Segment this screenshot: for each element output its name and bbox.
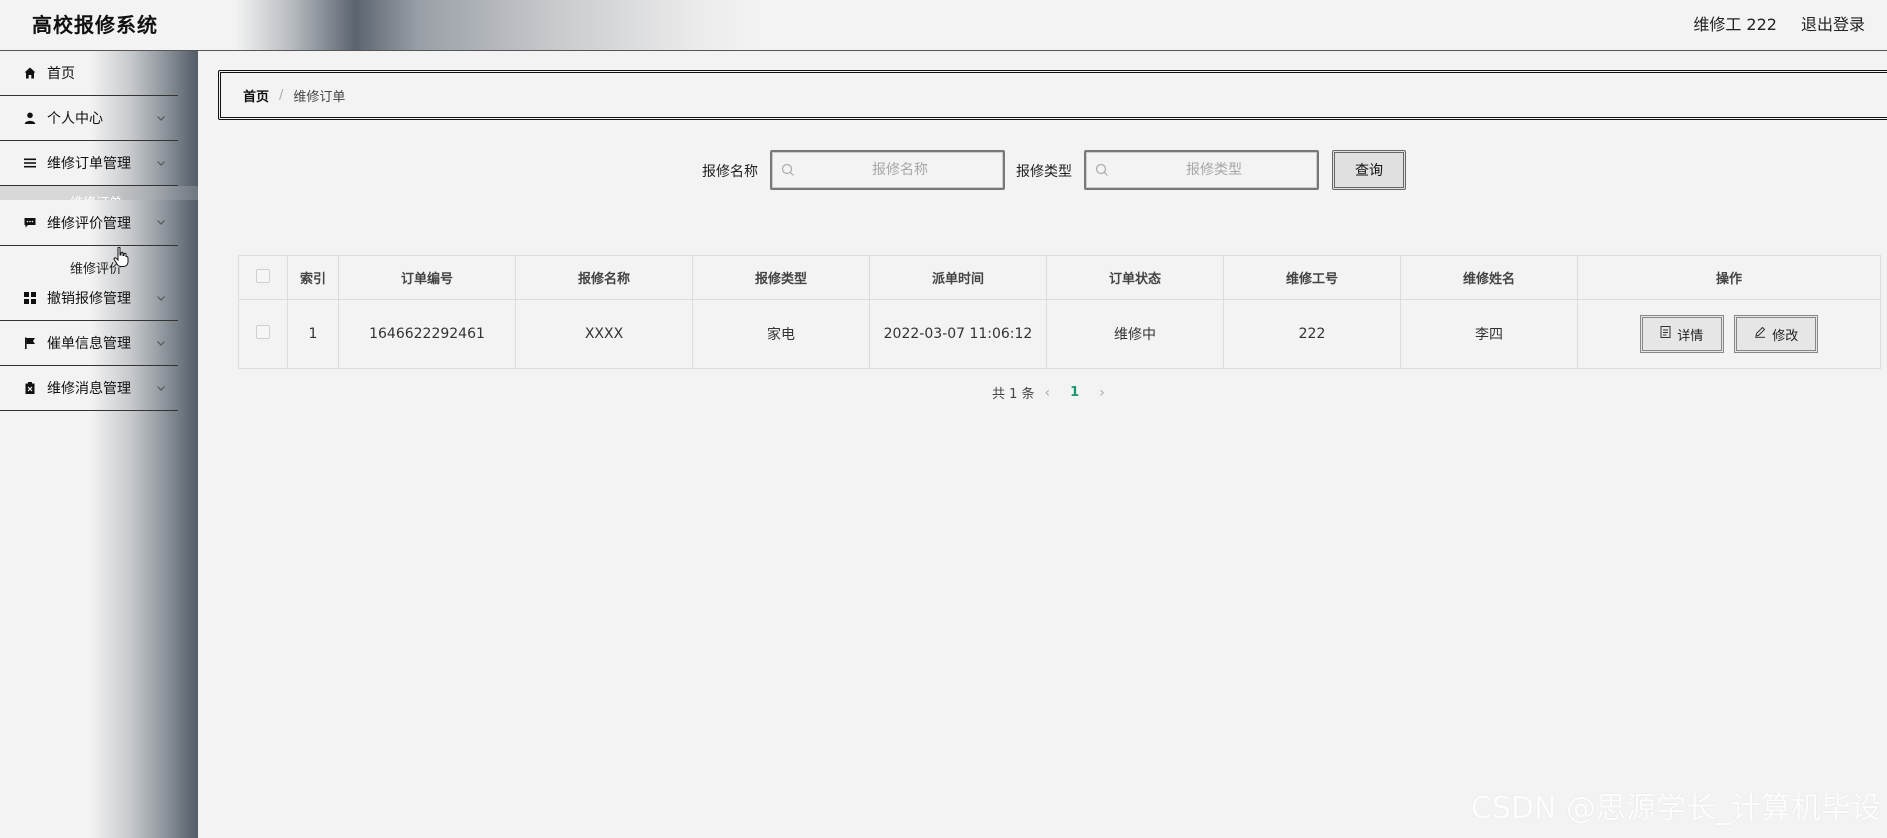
column-header: 维修姓名 — [1400, 255, 1578, 300]
pagination: 共 1 条 ‹ 1 › — [992, 383, 1115, 403]
watermark: CSDN @思源学长_计算机毕设 — [1470, 791, 1881, 826]
column-header: 订单编号 — [338, 255, 516, 300]
sidebar-item-cancel-repair[interactable]: 撤销报修管理 — [0, 276, 178, 321]
search-icon — [781, 163, 795, 181]
breadcrumb: 首页 / 维修订单 — [218, 70, 1887, 120]
repair-type-field[interactable] — [1084, 150, 1319, 190]
row-select-cell — [238, 299, 288, 369]
cell-repair-name: XXXX — [515, 299, 693, 369]
submenu-strip-label: 维修订单 — [70, 192, 122, 200]
cell-worker-no: 222 — [1223, 299, 1401, 369]
cell-dispatch-time: 2022-03-07 11:06:12 — [869, 299, 1047, 369]
pagination-page-current[interactable]: 1 — [1070, 385, 1079, 400]
breadcrumb-current: 维修订单 — [293, 89, 346, 105]
column-header: 报修名称 — [515, 255, 693, 300]
flag-icon — [23, 336, 37, 350]
table-row: 1 1646622292461 XXXX 家电 2022-03-07 11:06… — [238, 299, 1881, 369]
pagination-total: 共 1 条 — [992, 387, 1035, 402]
sidebar-item-label: 维修消息管理 — [47, 381, 131, 397]
chevron-down-icon — [156, 291, 166, 307]
top-header: 高校报修系统 维修工 222 退出登录 — [0, 0, 1887, 51]
current-user-label[interactable]: 维修工 222 — [1693, 11, 1777, 35]
chevron-down-icon — [156, 111, 166, 127]
query-button[interactable]: 查询 — [1332, 150, 1406, 190]
column-header: 操作 — [1577, 255, 1881, 300]
chevron-down-icon — [156, 215, 166, 231]
chevron-right-icon[interactable]: › — [1099, 385, 1105, 401]
sidebar-item-urge-info[interactable]: 催单信息管理 — [0, 321, 178, 366]
repair-name-label: 报修名称 — [702, 164, 758, 180]
repair-type-input[interactable] — [1114, 152, 1314, 188]
cell-repair-type: 家电 — [692, 299, 870, 369]
column-header: 订单状态 — [1046, 255, 1224, 300]
search-icon — [1095, 163, 1109, 181]
sidebar-item-profile[interactable]: 个人中心 — [0, 96, 178, 141]
repair-orders-table: 索引 订单编号 报修名称 报修类型 派单时间 订单状态 维修工号 维修姓名 操作… — [238, 255, 1881, 369]
cell-order-no: 1646622292461 — [338, 299, 516, 369]
breadcrumb-separator: / — [279, 87, 284, 103]
user-icon — [23, 111, 37, 125]
repair-type-label: 报修类型 — [1016, 164, 1072, 180]
cell-index: 1 — [287, 299, 339, 369]
sidebar-item-label: 维修订单管理 — [47, 156, 131, 172]
sidebar-item-repair-messages[interactable]: 维修消息管理 — [0, 366, 178, 411]
column-header: 索引 — [287, 255, 339, 300]
sidebar-item-label: 催单信息管理 — [47, 336, 131, 352]
chevron-down-icon — [156, 336, 166, 352]
sidebar-item-label: 个人中心 — [47, 111, 103, 127]
sidebar-item-home[interactable]: 首页 — [0, 51, 178, 96]
cell-actions: 详情 修改 — [1577, 299, 1881, 369]
sidebar-item-repair-reviews[interactable]: 维修评价管理 — [0, 200, 178, 246]
repair-name-field[interactable] — [770, 150, 1005, 190]
comment-icon — [23, 216, 37, 230]
repair-name-input[interactable] — [800, 152, 1000, 188]
submenu-strip-repair-orders[interactable]: 维修订单 — [0, 186, 198, 200]
edit-button[interactable]: 修改 — [1734, 315, 1819, 353]
clipboard-icon — [23, 381, 37, 395]
header-actions: 维修工 222 退出登录 — [1693, 11, 1865, 35]
grid-icon — [23, 291, 37, 305]
mouse-pointer-icon — [113, 246, 129, 271]
sidebar-item-label: 撤销报修管理 — [47, 291, 131, 307]
select-all-checkbox[interactable] — [256, 268, 270, 283]
row-checkbox[interactable] — [256, 325, 270, 339]
chevron-left-icon[interactable]: ‹ — [1045, 385, 1051, 401]
logout-link[interactable]: 退出登录 — [1801, 11, 1865, 35]
sidebar-item-label: 首页 — [47, 66, 75, 82]
sidebar: 首页 个人中心 维修订单管理 维修订单 维修评价管理 维修评价 — [0, 51, 198, 838]
sidebar-item-repair-orders[interactable]: 维修订单管理 — [0, 141, 178, 186]
chevron-down-icon — [156, 381, 166, 397]
cell-status: 维修中 — [1046, 299, 1224, 369]
document-icon — [1660, 326, 1671, 342]
column-header: 维修工号 — [1223, 255, 1401, 300]
column-header: 派单时间 — [869, 255, 1047, 300]
detail-button[interactable]: 详情 — [1639, 315, 1724, 353]
home-icon — [23, 66, 37, 80]
app-title: 高校报修系统 — [32, 13, 158, 37]
column-header: 报修类型 — [692, 255, 870, 300]
submenu-item-repair-review[interactable]: 维修评价 — [0, 246, 178, 277]
list-icon — [23, 156, 37, 170]
cell-worker-name: 李四 — [1400, 299, 1578, 369]
edit-button-label: 修改 — [1772, 328, 1799, 344]
breadcrumb-home[interactable]: 首页 — [243, 86, 269, 105]
sidebar-item-label: 维修评价管理 — [47, 215, 131, 232]
edit-icon — [1754, 326, 1766, 342]
select-all-cell — [238, 255, 288, 300]
detail-button-label: 详情 — [1677, 328, 1704, 344]
table-header-row: 索引 订单编号 报修名称 报修类型 派单时间 订单状态 维修工号 维修姓名 操作 — [238, 255, 1881, 300]
chevron-down-icon — [156, 156, 166, 172]
